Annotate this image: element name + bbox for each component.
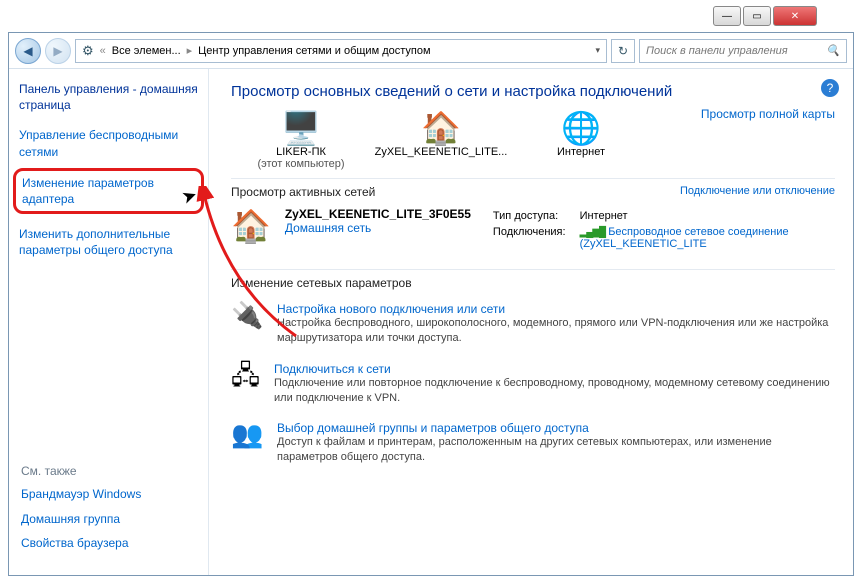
connection-link[interactable]: Беспроводное сетевое соединение (ZyXEL_K…: [580, 226, 789, 250]
see-also-header: См. также: [21, 464, 141, 478]
breadcrumb-prefix: «: [100, 45, 106, 57]
sidebar-home-link[interactable]: Панель управления - домашняя страница: [19, 81, 198, 113]
option-connect-network[interactable]: 🖧 Подключиться к сети Подключение или по…: [231, 356, 835, 416]
active-networks-header: Просмотр активных сетей: [231, 185, 375, 199]
refresh-button[interactable]: ↻: [611, 39, 635, 63]
connect-disconnect-link[interactable]: Подключение или отключение: [680, 185, 835, 199]
signal-icon: ▂▄▆█: [580, 227, 606, 238]
seealso-homegroup[interactable]: Домашняя группа: [21, 511, 141, 527]
sidebar-item-advanced-sharing[interactable]: Изменить дополнительные параметры общего…: [19, 226, 198, 258]
house-icon: 🏠: [231, 207, 271, 245]
map-node-router: 🏠 ZyXEL_KEENETIC_LITE...: [371, 112, 511, 158]
main-content: ? Просмотр основных сведений о сети и на…: [209, 69, 853, 575]
new-connection-icon: 🔌: [231, 302, 263, 346]
help-icon[interactable]: ?: [821, 79, 839, 97]
option-new-connection[interactable]: 🔌 Настройка нового подключения или сети …: [231, 296, 835, 356]
computer-icon: 🖥️: [231, 112, 371, 144]
full-map-link[interactable]: Просмотр полной карты: [701, 107, 835, 121]
option-desc: Настройка беспроводного, широкополосного…: [277, 316, 835, 346]
sidebar-item-wireless[interactable]: Управление беспроводными сетями: [19, 127, 198, 159]
search-input[interactable]: Поиск в панели управления 🔍: [639, 39, 847, 63]
active-network-name: ZyXEL_KEENETIC_LITE_3F0E55: [285, 207, 471, 221]
minimize-button[interactable]: —: [713, 6, 741, 26]
sidebar-item-adapter-settings[interactable]: Изменение параметров адаптера: [22, 175, 195, 207]
option-desc: Подключение или повторное подключение к …: [274, 376, 835, 406]
map-node-label: ZyXEL_KEENETIC_LITE...: [371, 146, 511, 158]
map-node-pc: 🖥️ LIKER-ПК (этот компьютер): [231, 112, 371, 170]
map-node-label: LIKER-ПК: [231, 146, 371, 158]
breadcrumb-item[interactable]: Центр управления сетями и общим доступом: [198, 45, 430, 57]
change-settings-header: Изменение сетевых параметров: [231, 269, 835, 290]
access-type-label: Тип доступа:: [487, 209, 572, 223]
connections-label: Подключения:: [487, 225, 572, 251]
see-also: См. также Брандмауэр Windows Домашняя гр…: [21, 464, 141, 559]
window-frame: ◀ ▶ ⚙ « Все элемен... ▸ Центр управления…: [8, 32, 854, 576]
seealso-firewall[interactable]: Брандмауэр Windows: [21, 486, 141, 502]
option-title[interactable]: Настройка нового подключения или сети: [277, 302, 505, 316]
breadcrumb-item[interactable]: Все элемен...: [112, 45, 181, 57]
map-node-internet: 🌐 Интернет: [511, 112, 651, 158]
homegroup-icon: 👥: [231, 421, 263, 465]
address-bar[interactable]: ⚙ « Все элемен... ▸ Центр управления сет…: [75, 39, 607, 63]
option-title[interactable]: Подключиться к сети: [274, 362, 391, 376]
network-type-link[interactable]: Домашняя сеть: [285, 221, 371, 235]
search-icon: 🔍: [826, 44, 840, 57]
page-title: Просмотр основных сведений о сети и наст…: [231, 83, 835, 100]
back-button[interactable]: ◀: [15, 38, 41, 64]
maximize-button[interactable]: ▭: [743, 6, 771, 26]
option-homegroup[interactable]: 👥 Выбор домашней группы и параметров общ…: [231, 415, 835, 475]
access-type-value: Интернет: [574, 209, 833, 223]
sidebar: Панель управления - домашняя страница Уп…: [9, 69, 209, 575]
connect-network-icon: 🖧: [231, 362, 260, 406]
option-title[interactable]: Выбор домашней группы и параметров общег…: [277, 421, 589, 435]
option-desc: Доступ к файлам и принтерам, расположенн…: [277, 435, 835, 465]
map-node-sublabel: (этот компьютер): [231, 158, 371, 170]
forward-button: ▶: [45, 38, 71, 64]
search-placeholder: Поиск в панели управления: [646, 45, 788, 57]
active-network: 🏠 ZyXEL_KEENETIC_LITE_3F0E55 Домашняя се…: [231, 199, 835, 263]
house-icon: 🏠: [371, 112, 511, 144]
nav-row: ◀ ▶ ⚙ « Все элемен... ▸ Центр управления…: [9, 33, 853, 69]
map-node-label: Интернет: [511, 146, 651, 158]
globe-icon: 🌐: [511, 112, 651, 144]
seealso-browser[interactable]: Свойства браузера: [21, 535, 141, 551]
close-button[interactable]: ✕: [773, 6, 817, 26]
chevron-down-icon[interactable]: ▾: [595, 45, 600, 56]
breadcrumb-separator: ▸: [187, 44, 193, 57]
control-panel-icon: ⚙: [82, 43, 94, 59]
